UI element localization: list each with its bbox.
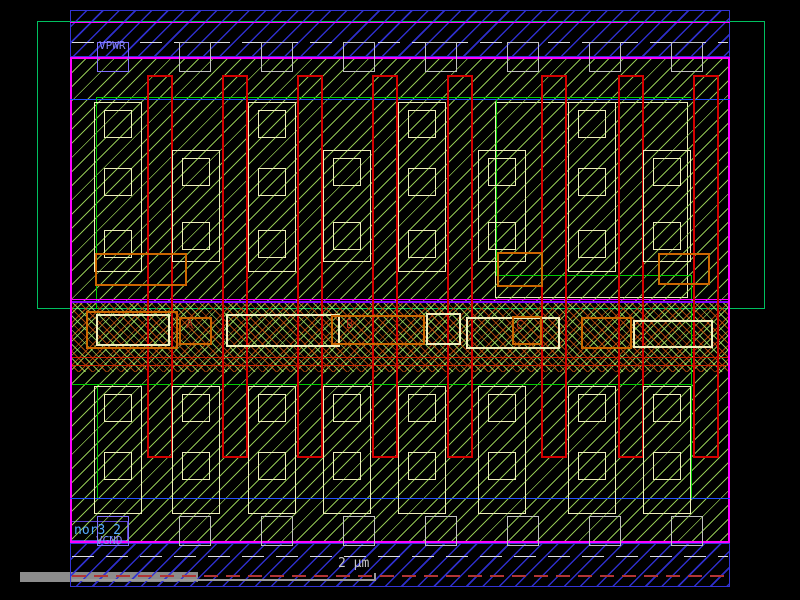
- implant-line: [691, 384, 692, 498]
- li-contact-box: [96, 314, 170, 346]
- poly-gate: [447, 75, 473, 458]
- contact-square: [258, 110, 286, 138]
- li-strap-box: [497, 252, 543, 287]
- tap-contact: [425, 42, 457, 72]
- contact-square: [104, 168, 132, 196]
- contact-square: [653, 158, 681, 186]
- contact-square: [182, 222, 210, 250]
- contact-square: [258, 230, 286, 258]
- contact-square: [578, 394, 606, 422]
- pin-label-B: B: [346, 318, 358, 330]
- metal-stripe: [70, 22, 730, 23]
- tap-contact: [671, 516, 703, 546]
- li-contact-box: [226, 314, 340, 347]
- contact-square: [104, 110, 132, 138]
- contact-square: [488, 222, 516, 250]
- contact-square: [488, 394, 516, 422]
- tap-contact: [507, 516, 539, 546]
- contact-square: [258, 168, 286, 196]
- tap-contact: [261, 42, 293, 72]
- contact-square: [333, 452, 361, 480]
- contact-square: [488, 452, 516, 480]
- contact-square: [408, 110, 436, 138]
- tap-contact: [589, 516, 621, 546]
- contact-square: [333, 394, 361, 422]
- pin-label-C: C: [516, 319, 528, 331]
- contact-square: [104, 394, 132, 422]
- tap-contact: [343, 516, 375, 546]
- contact-square: [653, 394, 681, 422]
- contact-square: [578, 452, 606, 480]
- contact-square: [408, 168, 436, 196]
- scale-bar-label: 2 μm: [338, 557, 369, 570]
- contact-square: [182, 452, 210, 480]
- contact-square: [578, 230, 606, 258]
- poly-gate: [297, 75, 323, 458]
- poly-gate: [222, 75, 248, 458]
- contact-square: [104, 452, 132, 480]
- poly-gate: [618, 75, 644, 458]
- contact-square: [653, 222, 681, 250]
- cell-name-label: nor3_2: [74, 524, 121, 537]
- contact-square: [182, 394, 210, 422]
- contact-square: [182, 158, 210, 186]
- contact-square: [653, 452, 681, 480]
- contact-square: [408, 230, 436, 258]
- tap-contact: [425, 516, 457, 546]
- contact-square: [258, 394, 286, 422]
- contact-square: [258, 452, 286, 480]
- metal-edge-line: [72, 575, 730, 577]
- li-contact-box: [581, 317, 632, 349]
- tap-contact: [507, 42, 539, 72]
- tap-contact: [589, 42, 621, 72]
- li-strap-box: [658, 253, 710, 285]
- rail-contact-line: [72, 556, 728, 557]
- tap-contact: [343, 42, 375, 72]
- pin-label-A: A: [186, 318, 198, 330]
- rail-contact-line: [72, 42, 728, 43]
- contact-square: [578, 110, 606, 138]
- tap-contact: [261, 516, 293, 546]
- contact-square: [333, 222, 361, 250]
- contact-square: [408, 394, 436, 422]
- li-contact-box: [633, 320, 713, 348]
- layout-canvas[interactable]: ABCVPWR VGND nor3_2 2 μm: [0, 0, 800, 600]
- contact-square: [488, 158, 516, 186]
- poly-gate: [372, 75, 398, 458]
- contact-square: [578, 168, 606, 196]
- tap-contact: [671, 42, 703, 72]
- li-strap-box: [95, 253, 187, 286]
- contact-square: [333, 158, 361, 186]
- power-rail: [70, 10, 730, 57]
- poly-gate: [541, 75, 567, 458]
- scale-ruler: [72, 579, 376, 581]
- tap-contact: [179, 42, 211, 72]
- contact-square: [408, 452, 436, 480]
- vpwr-label: VPWR: [99, 40, 126, 51]
- tap-contact: [179, 516, 211, 546]
- li-contact-box: [426, 313, 461, 345]
